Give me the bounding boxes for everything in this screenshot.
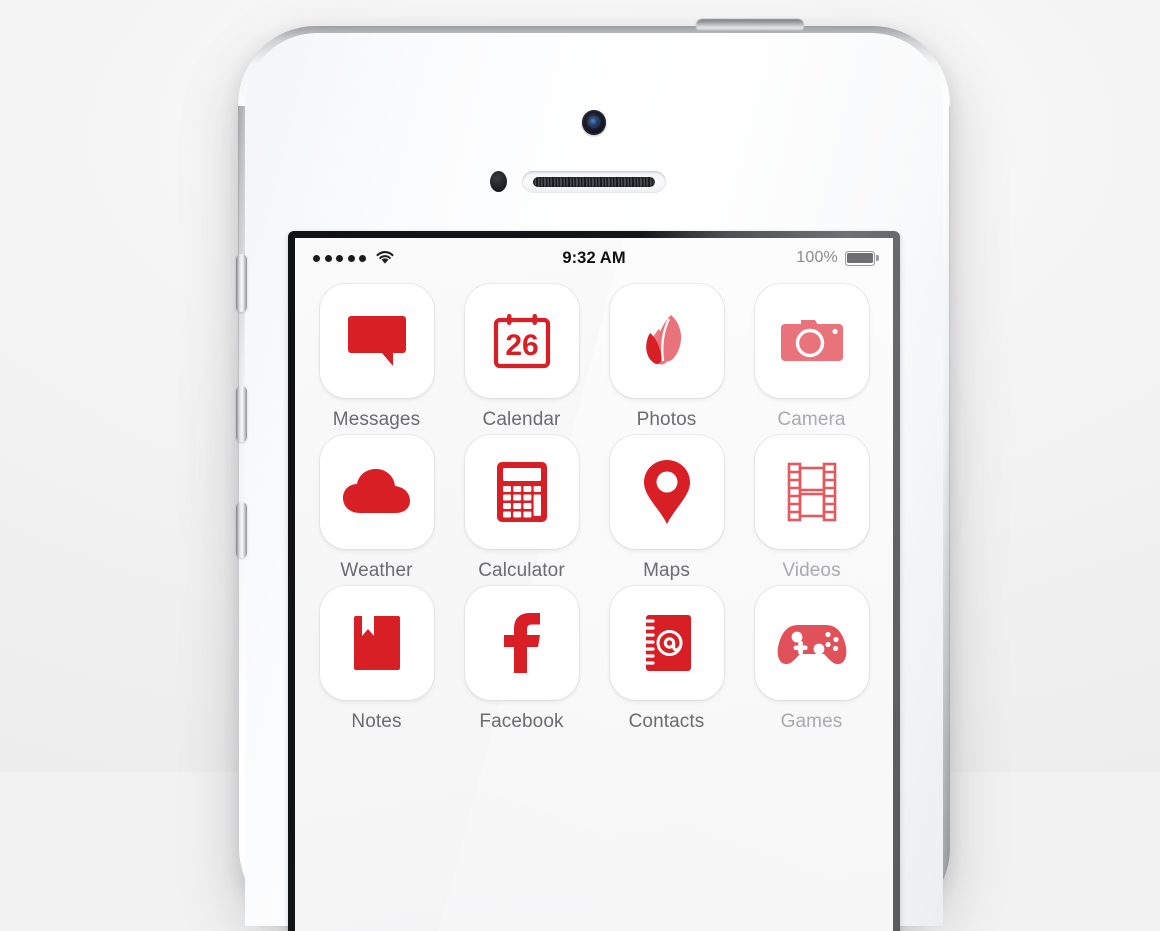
app-label: Games [780,711,843,732]
app-label: Photos [636,409,697,430]
app-weather[interactable]: Weather [309,435,444,582]
app-label: Maps [643,560,690,581]
camera-icon [780,320,843,361]
app-videos[interactable]: Videos [744,435,879,582]
app-calculator[interactable]: Calculator [454,435,589,582]
status-bar: 9:32 AM 100% [295,238,893,278]
app-tile-notes[interactable] [319,586,434,700]
videos-filmstrip-icon [787,462,836,522]
status-bar-right: 100% [796,249,879,267]
app-contacts[interactable]: Contacts [599,586,734,733]
photos-icon [645,315,681,365]
app-facebook[interactable]: Facebook [454,586,589,733]
calculator-icon [496,462,547,522]
volume-down-button[interactable] [236,502,247,558]
earpiece-speaker [522,171,666,193]
contacts-notebook-icon [640,615,691,671]
silent-switch[interactable] [236,254,247,312]
app-photos[interactable]: Photos [599,284,734,431]
battery-percent-label: 100% [796,249,838,266]
front-camera [582,110,606,135]
smartphone-device: 9:32 AM 100% Messages 26 Calendar Photos… [236,19,950,931]
app-tile-videos[interactable] [754,435,869,549]
messages-icon [347,316,406,366]
app-maps[interactable]: Maps [599,435,734,582]
app-notes[interactable]: Notes [309,586,444,733]
app-tile-contacts[interactable] [609,586,724,700]
calendar-date: 26 [505,329,538,362]
proximity-sensor-icon [490,171,507,192]
app-tile-calculator[interactable] [464,435,579,549]
screen-bezel: 9:32 AM 100% Messages 26 Calendar Photos… [288,231,900,931]
app-tile-calendar[interactable]: 26 [464,284,579,398]
power-button[interactable] [696,19,804,32]
calendar-icon: 26 [493,314,550,369]
app-tile-photos[interactable] [609,284,724,398]
app-games[interactable]: Games [744,586,879,733]
battery-full-icon [845,250,879,266]
app-label: Camera [777,409,846,430]
weather-cloud-icon [342,469,410,513]
app-calendar[interactable]: 26 Calendar [454,284,589,431]
app-label: Messages [332,409,421,430]
app-label: Calendar [482,409,561,430]
app-camera[interactable]: Camera [744,284,879,431]
home-screen-app-grid: Messages 26 Calendar Photos Camera Weath… [295,278,893,733]
app-tile-facebook[interactable] [464,586,579,700]
app-label: Calculator [478,560,565,581]
app-label: Contacts [628,711,705,732]
app-label: Notes [351,711,402,732]
volume-up-button[interactable] [236,386,247,442]
games-gamepad-icon [777,625,846,665]
app-messages[interactable]: Messages [309,284,444,431]
notes-book-icon [353,616,400,670]
app-tile-maps[interactable] [609,435,724,549]
phone-screen: 9:32 AM 100% Messages 26 Calendar Photos… [295,238,893,931]
facebook-icon [503,613,540,673]
app-label: Facebook [479,711,564,732]
app-tile-messages[interactable] [319,284,434,398]
app-tile-weather[interactable] [319,435,434,549]
app-label: Weather [340,560,413,581]
maps-pin-icon [643,460,690,524]
app-tile-camera[interactable] [754,284,869,398]
app-tile-games[interactable] [754,586,869,700]
app-label: Videos [782,560,841,581]
